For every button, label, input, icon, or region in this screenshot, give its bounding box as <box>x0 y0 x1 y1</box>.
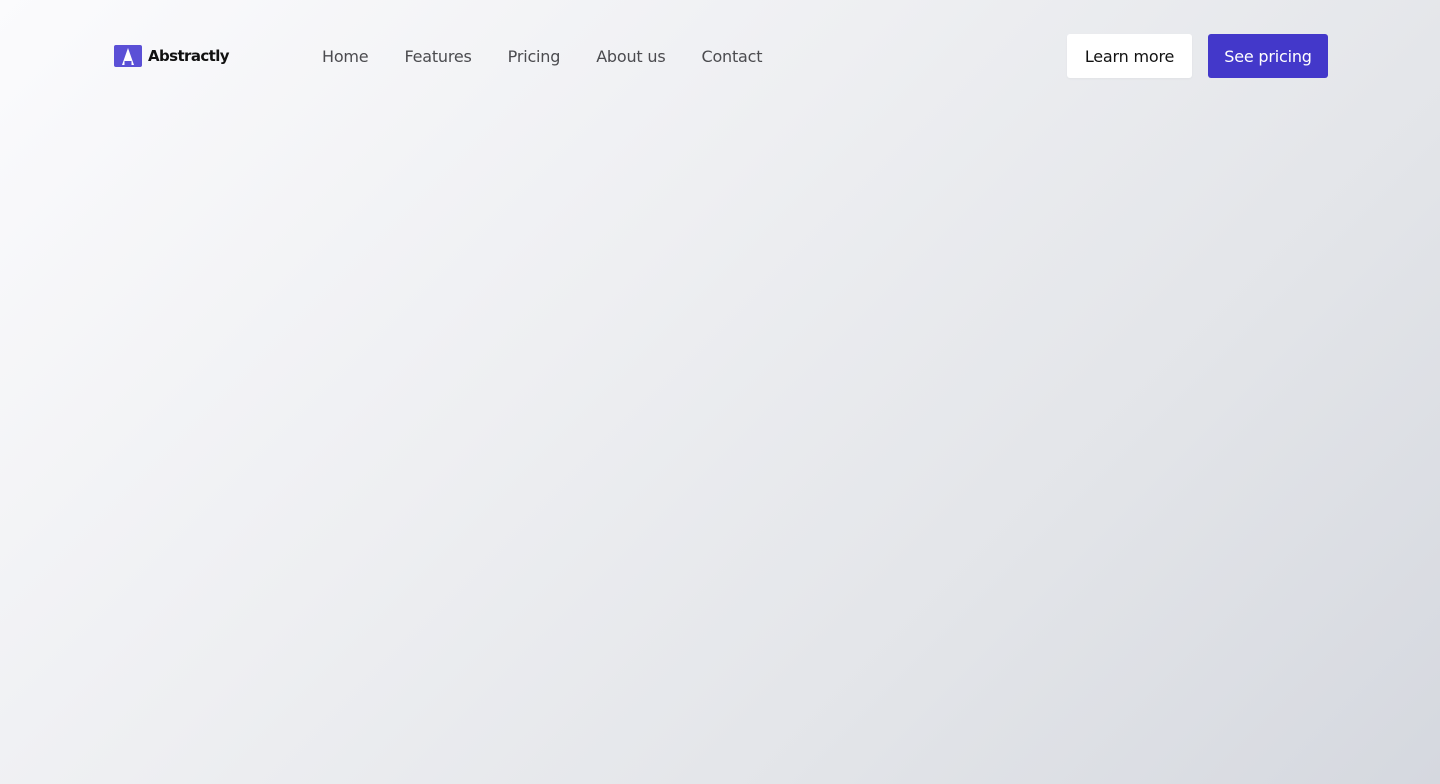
nav-item-features: Features <box>404 47 507 66</box>
learn-more-button[interactable]: Learn more <box>1067 34 1192 78</box>
top-navbar: Abstractly Home Features Pricing About u… <box>114 34 1328 78</box>
nav-link-pricing[interactable]: Pricing <box>508 47 561 66</box>
primary-navigation: Home Features Pricing About us Contact <box>322 34 798 78</box>
nav-link-contact[interactable]: Contact <box>701 47 762 66</box>
nav-link-home[interactable]: Home <box>322 47 369 66</box>
nav-actions: Learn more See pricing <box>1067 34 1328 78</box>
nav-list: Home Features Pricing About us Contact <box>322 34 798 78</box>
nav-link-features[interactable]: Features <box>404 47 471 66</box>
brand-name: Abstractly <box>148 47 230 65</box>
nav-link-about-us[interactable]: About us <box>596 47 665 66</box>
brand-home-link[interactable]: Abstractly <box>114 34 322 78</box>
nav-item-about-us: About us <box>596 47 701 66</box>
nav-item-pricing: Pricing <box>508 47 597 66</box>
nav-item-contact: Contact <box>701 47 798 66</box>
abstractly-logo-icon <box>114 45 142 67</box>
nav-item-home: Home <box>322 47 404 66</box>
see-pricing-button[interactable]: See pricing <box>1208 34 1328 78</box>
